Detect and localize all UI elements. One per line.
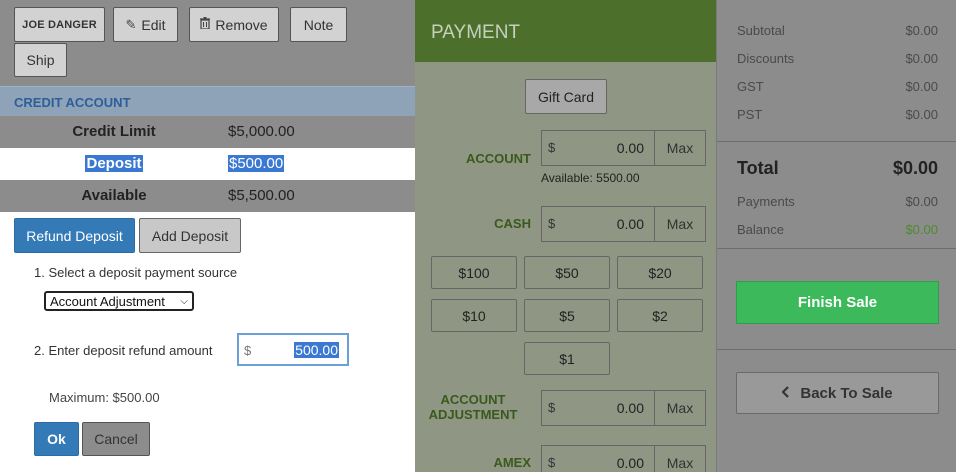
credit-account-header: CREDIT ACCOUNT: [0, 86, 415, 116]
cancel-button[interactable]: Cancel: [82, 422, 150, 456]
pst-row: PST $0.00: [737, 107, 938, 122]
step2-label: 2. Enter deposit refund amount: [34, 343, 213, 358]
account-currency: $: [548, 140, 556, 155]
amex-amount-value: 0.00: [616, 455, 644, 471]
total-row: Total $0.00: [737, 158, 938, 179]
customer-panel: JOE DANGER ✎ Edit Remove Note Ship CREDI…: [0, 0, 415, 472]
sale-summary-panel: Subtotal $0.00 Discounts $0.00 GST $0.00…: [716, 0, 956, 472]
account-amount-value: 0.00: [616, 140, 644, 156]
refund-amount-value: 500.00: [294, 342, 339, 358]
chevron-left-icon: [781, 385, 790, 402]
cash-10-button[interactable]: $10: [431, 299, 517, 332]
balance-value: $0.00: [905, 222, 938, 237]
discounts-value: $0.00: [905, 51, 938, 66]
account-amount-input[interactable]: $ 0.00: [541, 130, 655, 166]
gst-row: GST $0.00: [737, 79, 938, 94]
payment-source-value: Account Adjustment: [50, 293, 165, 309]
chevron-down-icon: ⌵: [180, 295, 188, 307]
subtotal-row: Subtotal $0.00: [737, 23, 938, 38]
note-button[interactable]: Note: [290, 7, 347, 42]
payment-title: PAYMENT: [415, 0, 716, 62]
cash-100-button[interactable]: $100: [431, 256, 517, 289]
summary-divider: [717, 141, 956, 142]
remove-label: Remove: [215, 16, 268, 33]
gst-value: $0.00: [905, 79, 938, 94]
deposit-value: $500.00: [228, 155, 285, 172]
payments-label: Payments: [737, 194, 795, 209]
cash-max-button[interactable]: Max: [654, 206, 706, 242]
refund-amount-input[interactable]: $ 500.00: [237, 333, 349, 366]
cash-50-button[interactable]: $50: [524, 256, 610, 289]
discounts-row: Discounts $0.00: [737, 51, 938, 66]
currency-symbol: $: [244, 343, 252, 358]
total-value: $0.00: [892, 158, 938, 178]
deposit-label: Deposit: [85, 155, 143, 172]
balance-label: Balance: [737, 222, 784, 237]
back-to-sale-button[interactable]: Back To Sale: [736, 372, 939, 414]
cash-2-button[interactable]: $2: [617, 299, 703, 332]
back-to-sale-label: Back To Sale: [800, 384, 893, 402]
subtotal-value: $0.00: [905, 23, 938, 38]
remove-customer-button[interactable]: Remove: [189, 7, 279, 42]
discounts-label: Discounts: [737, 51, 795, 66]
account-adjustment-currency: $: [548, 400, 556, 415]
account-label: ACCOUNT: [466, 151, 531, 166]
credit-limit-value: $5,000.00: [228, 123, 295, 140]
amex-currency: $: [548, 455, 556, 470]
cash-1-button[interactable]: $1: [524, 342, 610, 375]
payments-value: $0.00: [905, 194, 938, 209]
deposit-row: Deposit $500.00: [0, 148, 415, 180]
account-adjustment-label: ACCOUNT ADJUSTMENT: [428, 392, 518, 422]
ship-button[interactable]: Ship: [14, 43, 67, 77]
total-label: Total: [737, 158, 779, 178]
account-adjustment-max-button[interactable]: Max: [654, 390, 706, 426]
balance-row: Balance $0.00: [737, 222, 938, 237]
cash-20-button[interactable]: $20: [617, 256, 703, 289]
refund-deposit-tab[interactable]: Refund Deposit: [14, 218, 135, 253]
account-max-button[interactable]: Max: [654, 130, 706, 166]
payments-row: Payments $0.00: [737, 194, 938, 209]
cash-amount-value: 0.00: [616, 216, 644, 232]
subtotal-label: Subtotal: [737, 23, 785, 38]
gst-label: GST: [737, 79, 764, 94]
account-adjustment-amount-value: 0.00: [616, 400, 644, 416]
payment-panel: PAYMENT Gift Card ACCOUNT $ 0.00 Max Ava…: [415, 0, 716, 472]
finish-sale-button[interactable]: Finish Sale: [736, 281, 939, 324]
account-adjustment-amount-input[interactable]: $ 0.00: [541, 390, 655, 426]
maximum-note: Maximum: $500.00: [49, 390, 160, 405]
amex-max-button[interactable]: Max: [654, 445, 706, 472]
pencil-icon: ✎: [125, 16, 137, 32]
available-row: Available $5,500.00: [0, 180, 415, 212]
credit-limit-row: Credit Limit $5,000.00: [0, 116, 415, 148]
pst-label: PST: [737, 107, 763, 122]
cash-currency: $: [548, 216, 556, 231]
gift-card-button[interactable]: Gift Card: [525, 79, 607, 114]
cash-amount-input[interactable]: $ 0.00: [541, 206, 655, 242]
cash-label: CASH: [494, 216, 531, 231]
edit-customer-button[interactable]: ✎ Edit: [113, 7, 178, 42]
summary-divider-3: [717, 349, 956, 350]
trash-icon: [200, 17, 211, 32]
payment-source-select[interactable]: Account Adjustment ⌵: [44, 291, 194, 311]
amex-amount-input[interactable]: $ 0.00: [541, 445, 655, 472]
pst-value: $0.00: [905, 107, 938, 122]
edit-label: Edit: [141, 16, 166, 33]
account-available-text: Available: 5500.00: [541, 171, 640, 185]
customer-name-button[interactable]: JOE DANGER: [14, 7, 105, 42]
cash-5-button[interactable]: $5: [524, 299, 610, 332]
step1-label: 1. Select a deposit payment source: [34, 265, 238, 280]
add-deposit-tab[interactable]: Add Deposit: [139, 218, 241, 253]
credit-limit-label: Credit Limit: [72, 123, 156, 140]
summary-divider-2: [717, 248, 956, 249]
amex-label: AMEX: [493, 455, 531, 470]
available-label: Available: [81, 187, 147, 204]
available-value: $5,500.00: [228, 187, 295, 204]
ok-button[interactable]: Ok: [34, 422, 79, 456]
